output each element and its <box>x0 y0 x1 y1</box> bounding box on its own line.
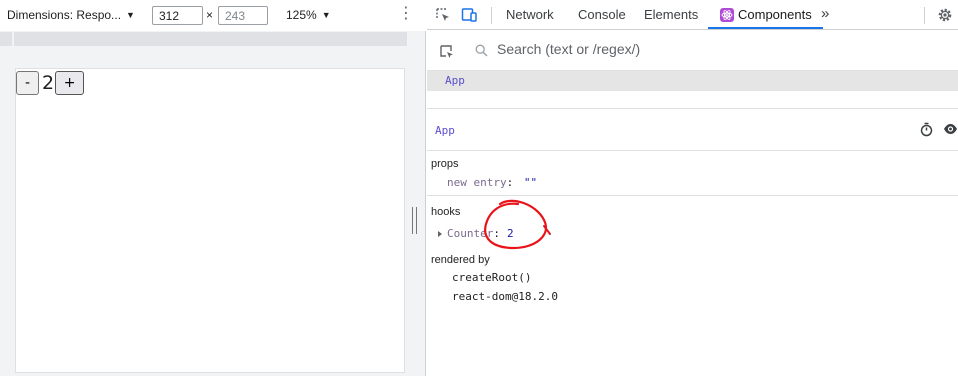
devtools-tabbar: Network Console Elements Components » <box>427 0 958 30</box>
props-section-label: props <box>431 158 459 170</box>
prop-row[interactable]: new entry: "" <box>447 176 537 189</box>
inspect-element-icon[interactable] <box>435 7 451 23</box>
zoom-caret-icon: ▼ <box>321 10 331 20</box>
tab-separator <box>491 7 492 24</box>
increment-button[interactable]: + <box>55 71 85 95</box>
tab-network[interactable]: Network <box>506 7 554 22</box>
settings-gear-icon[interactable] <box>937 7 953 23</box>
ruler-corner <box>0 32 12 46</box>
counter-widget: - 2 + <box>16 71 85 95</box>
eye-icon[interactable] <box>943 123 958 135</box>
zoom-dropdown[interactable]: 125% ▼ <box>286 8 331 22</box>
section-divider <box>427 195 958 196</box>
more-tabs-icon[interactable]: » <box>821 5 829 22</box>
media-query-ruler[interactable] <box>14 32 407 46</box>
react-icon <box>720 8 734 22</box>
resize-handle[interactable] <box>412 207 417 234</box>
hooks-section-label: hooks <box>431 206 461 218</box>
emulated-viewport: - 2 + <box>15 68 405 373</box>
stopwatch-icon[interactable] <box>919 122 934 137</box>
width-input[interactable]: 312 <box>152 6 203 25</box>
tree-item-label: App <box>445 74 465 87</box>
annotation-circle <box>484 199 551 250</box>
dimensions-caret-icon: ▼ <box>126 10 135 20</box>
renderer-item[interactable]: react-dom@18.2.0 <box>452 290 558 303</box>
active-tab-indicator <box>708 27 823 29</box>
component-search-row <box>427 31 958 71</box>
select-component-icon[interactable] <box>439 44 455 60</box>
search-icon <box>475 44 488 57</box>
component-search-input[interactable] <box>497 41 797 57</box>
height-input[interactable]: 243 <box>218 6 268 25</box>
zoom-label: 125% <box>286 8 317 22</box>
device-toolbar: Dimensions: Respo... ▼ 312 × 243 125% ▼ … <box>0 0 426 31</box>
decrement-button[interactable]: - <box>16 71 39 95</box>
devtools-panel: Network Console Elements Components » Se… <box>427 0 958 376</box>
device-emulation-pane: Dimensions: Respo... ▼ 312 × 243 125% ▼ … <box>0 0 426 376</box>
prop-colon: : <box>506 176 514 189</box>
times-separator: × <box>206 8 214 22</box>
expand-triangle-icon[interactable] <box>436 230 444 238</box>
prop-value: "" <box>523 176 538 189</box>
selected-component-name: App <box>435 124 455 137</box>
selected-component-header: App <box>427 110 958 150</box>
tab-separator <box>924 7 925 24</box>
tab-console[interactable]: Console <box>578 7 626 22</box>
counter-value: 2 <box>42 72 55 94</box>
tab-components[interactable]: Components <box>738 7 812 22</box>
pane-divider <box>427 108 958 109</box>
section-divider <box>427 150 958 151</box>
rendered-by-section-label: rendered by <box>431 254 490 266</box>
renderer-item[interactable]: createRoot() <box>452 271 531 284</box>
dimensions-dropdown[interactable]: Dimensions: Respo... ▼ <box>7 8 135 22</box>
more-options-icon[interactable]: ⋮ <box>398 6 414 22</box>
component-tree-item[interactable]: App <box>427 71 958 91</box>
tab-elements[interactable]: Elements <box>644 7 698 22</box>
device-toggle-icon[interactable] <box>461 7 477 23</box>
dimensions-label: Dimensions: Respo... <box>7 8 122 22</box>
prop-name: new entry <box>447 176 507 189</box>
